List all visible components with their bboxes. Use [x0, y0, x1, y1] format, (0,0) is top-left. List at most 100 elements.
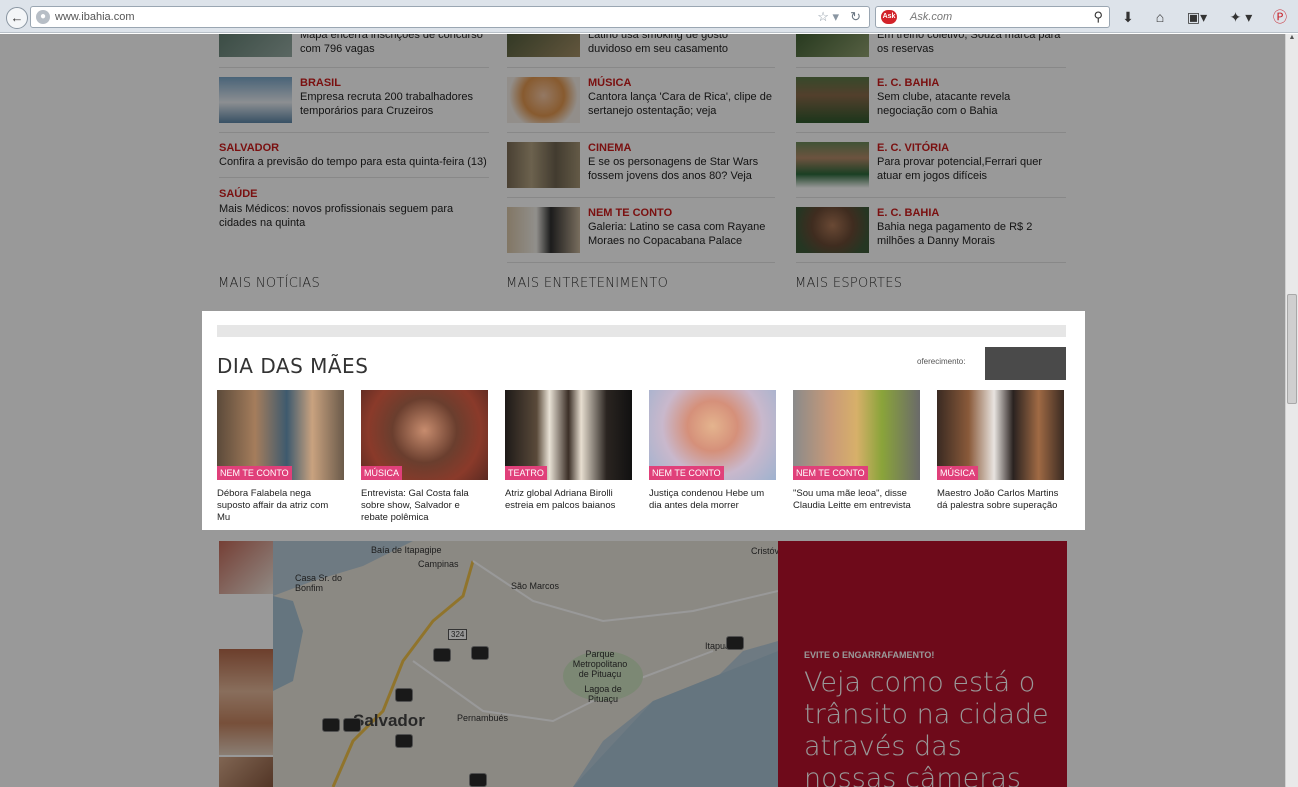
news-headline[interactable]: Mais Médicos: novos profissionais seguem…: [219, 202, 479, 230]
news-thumbnail[interactable]: [507, 207, 580, 253]
news-headline[interactable]: Latino usa smoking de gosto duvidoso em …: [588, 34, 773, 56]
news-category[interactable]: MÚSICA: [588, 77, 631, 89]
card-headline[interactable]: Maestro João Carlos Martins dá palestra …: [937, 488, 1064, 512]
map-label: São Marcos: [511, 581, 560, 591]
card-headline[interactable]: "Sou uma mãe leoa", disse Claudia Leitte…: [793, 488, 920, 512]
divider: [219, 132, 489, 133]
news-category[interactable]: BRASIL: [300, 77, 341, 89]
card-image[interactable]: NEM TE CONTO: [217, 390, 344, 480]
news-headline[interactable]: Mapa encerra inscrições de concurso com …: [300, 34, 485, 56]
divider: [507, 67, 775, 68]
news-headline[interactable]: Bahia nega pagamento de R$ 2 milhões a D…: [877, 220, 1062, 248]
divider: [796, 132, 1066, 133]
card-tag[interactable]: TEATRO: [505, 466, 547, 480]
home-icon[interactable]: ⌂: [1150, 7, 1170, 27]
news-headline[interactable]: Para provar potencial,Ferrari quer atuar…: [877, 155, 1062, 183]
pinterest-icon[interactable]: Ⓟ: [1270, 7, 1290, 27]
thumbnail[interactable]: [219, 541, 273, 594]
card-headline[interactable]: Entrevista: Gal Costa fala sobre show, S…: [361, 488, 488, 524]
news-headline[interactable]: Em treino coletivo, Souza marca para os …: [877, 34, 1062, 56]
more-news-link[interactable]: MAIS NOTÍCIAS: [218, 276, 320, 291]
news-headline[interactable]: E se os personagens de Star Wars fossem …: [588, 155, 773, 183]
divider: [507, 132, 775, 133]
card-tag[interactable]: MÚSICA: [937, 466, 979, 480]
news-category[interactable]: SALVADOR: [219, 142, 279, 154]
news-category[interactable]: NEM TE CONTO: [588, 207, 672, 219]
card-image[interactable]: NEM TE CONTO: [793, 390, 920, 480]
card-image[interactable]: MÚSICA: [937, 390, 1064, 480]
reload-icon[interactable]: ↻: [850, 9, 861, 25]
camera-icon[interactable]: [469, 773, 487, 787]
back-arrow-icon[interactable]: ←: [6, 7, 28, 29]
download-icon[interactable]: ⬇: [1118, 7, 1138, 27]
ask-logo-icon[interactable]: Ask: [881, 10, 897, 24]
mothers-card[interactable]: MÚSICA Maestro João Carlos Martins dá pa…: [937, 390, 1064, 512]
mothers-card[interactable]: NEM TE CONTO Justiça condenou Hebe um di…: [649, 390, 776, 512]
news-thumbnail[interactable]: [796, 207, 869, 253]
sponsor-logo[interactable]: [985, 347, 1066, 380]
scrollbar-thumb[interactable]: [1287, 294, 1297, 404]
search-icon[interactable]: ⚲: [1093, 9, 1103, 25]
mothers-card[interactable]: TEATRO Atriz global Adriana Birolli estr…: [505, 390, 632, 512]
promo-kicker: EVITE O ENGARRAFAMENTO!: [804, 650, 935, 660]
news-thumbnail[interactable]: [507, 142, 580, 188]
card-headline[interactable]: Débora Falabela nega suposto affair da a…: [217, 488, 344, 524]
camera-icon[interactable]: [343, 718, 361, 732]
news-thumbnail[interactable]: [219, 34, 292, 57]
bookmark-star-icon[interactable]: ☆ ▾: [817, 9, 839, 25]
scroll-up-icon[interactable]: ▲: [1287, 34, 1297, 46]
url-text: www.ibahia.com: [55, 11, 135, 23]
traffic-map[interactable]: Baía de Itapagipe Campinas Casa Sr. do B…: [273, 541, 778, 787]
news-thumbnail[interactable]: [796, 77, 869, 123]
card-image[interactable]: MÚSICA: [361, 390, 488, 480]
search-placeholder: Ask.com: [910, 11, 953, 23]
news-headline[interactable]: Sem clube, atacante revela negociação co…: [877, 90, 1062, 118]
thumbnail[interactable]: [219, 757, 273, 787]
screenshot-icon[interactable]: ▣▾: [1183, 7, 1211, 27]
news-headline[interactable]: Cantora lança 'Cara de Rica', clipe de s…: [588, 90, 773, 118]
camera-icon[interactable]: [726, 636, 744, 650]
news-category[interactable]: E. C. VITÓRIA: [877, 142, 949, 154]
vertical-scrollbar[interactable]: ▲: [1285, 34, 1298, 787]
card-image[interactable]: NEM TE CONTO: [649, 390, 776, 480]
news-thumbnail[interactable]: [507, 34, 580, 57]
camera-icon[interactable]: [322, 718, 340, 732]
card-headline[interactable]: Atriz global Adriana Birolli estreia em …: [505, 488, 632, 512]
card-tag[interactable]: MÚSICA: [361, 466, 403, 480]
news-thumbnail[interactable]: [507, 77, 580, 123]
card-tag[interactable]: NEM TE CONTO: [793, 466, 868, 480]
more-entertainment-link[interactable]: MAIS ENTRETENIMENTO: [506, 276, 668, 291]
thumbnail[interactable]: [219, 649, 273, 755]
sponsor-label: oferecimento:: [917, 357, 966, 366]
mothers-card[interactable]: MÚSICA Entrevista: Gal Costa fala sobre …: [361, 390, 488, 524]
map-label: Parque Metropolitano de Pituaçu: [572, 649, 628, 679]
camera-icon[interactable]: [395, 734, 413, 748]
news-category[interactable]: E. C. BAHIA: [877, 77, 939, 89]
addon-icon[interactable]: ✦ ▾: [1226, 7, 1256, 27]
search-bar[interactable]: Ask Ask.com ⚲: [875, 6, 1110, 28]
section-title: DIA DAS MÃES: [217, 354, 369, 378]
camera-icon[interactable]: [395, 688, 413, 702]
news-headline[interactable]: Empresa recruta 200 trabalhadores tempor…: [300, 90, 485, 118]
mothers-card[interactable]: NEM TE CONTO Débora Falabela nega supost…: [217, 390, 344, 524]
card-tag[interactable]: NEM TE CONTO: [217, 466, 292, 480]
camera-icon[interactable]: [433, 648, 451, 662]
news-thumbnail[interactable]: [796, 34, 869, 57]
promo-headline[interactable]: Veja como está o trânsito na cidade atra…: [804, 667, 1054, 787]
news-headline[interactable]: Galeria: Latino se casa com Rayane Morae…: [588, 220, 773, 248]
news-headline[interactable]: Confira a previsão do tempo para esta qu…: [219, 155, 494, 169]
news-thumbnail[interactable]: [219, 77, 292, 123]
card-image[interactable]: TEATRO: [505, 390, 632, 480]
news-category[interactable]: SAÚDE: [219, 188, 258, 200]
camera-icon[interactable]: [471, 646, 489, 660]
card-tag[interactable]: NEM TE CONTO: [649, 466, 724, 480]
traffic-promo[interactable]: EVITE O ENGARRAFAMENTO! Veja como está o…: [778, 541, 1067, 787]
card-headline[interactable]: Justiça condenou Hebe um dia antes dela …: [649, 488, 776, 512]
more-sports-link[interactable]: MAIS ESPORTES: [795, 276, 902, 291]
news-thumbnail[interactable]: [796, 142, 869, 188]
news-category[interactable]: E. C. BAHIA: [877, 207, 939, 219]
mothers-card[interactable]: NEM TE CONTO "Sou uma mãe leoa", disse C…: [793, 390, 920, 512]
url-bar[interactable]: ● www.ibahia.com ☆ ▾ ↻: [30, 6, 870, 28]
divider: [219, 67, 489, 68]
news-category[interactable]: CINEMA: [588, 142, 631, 154]
